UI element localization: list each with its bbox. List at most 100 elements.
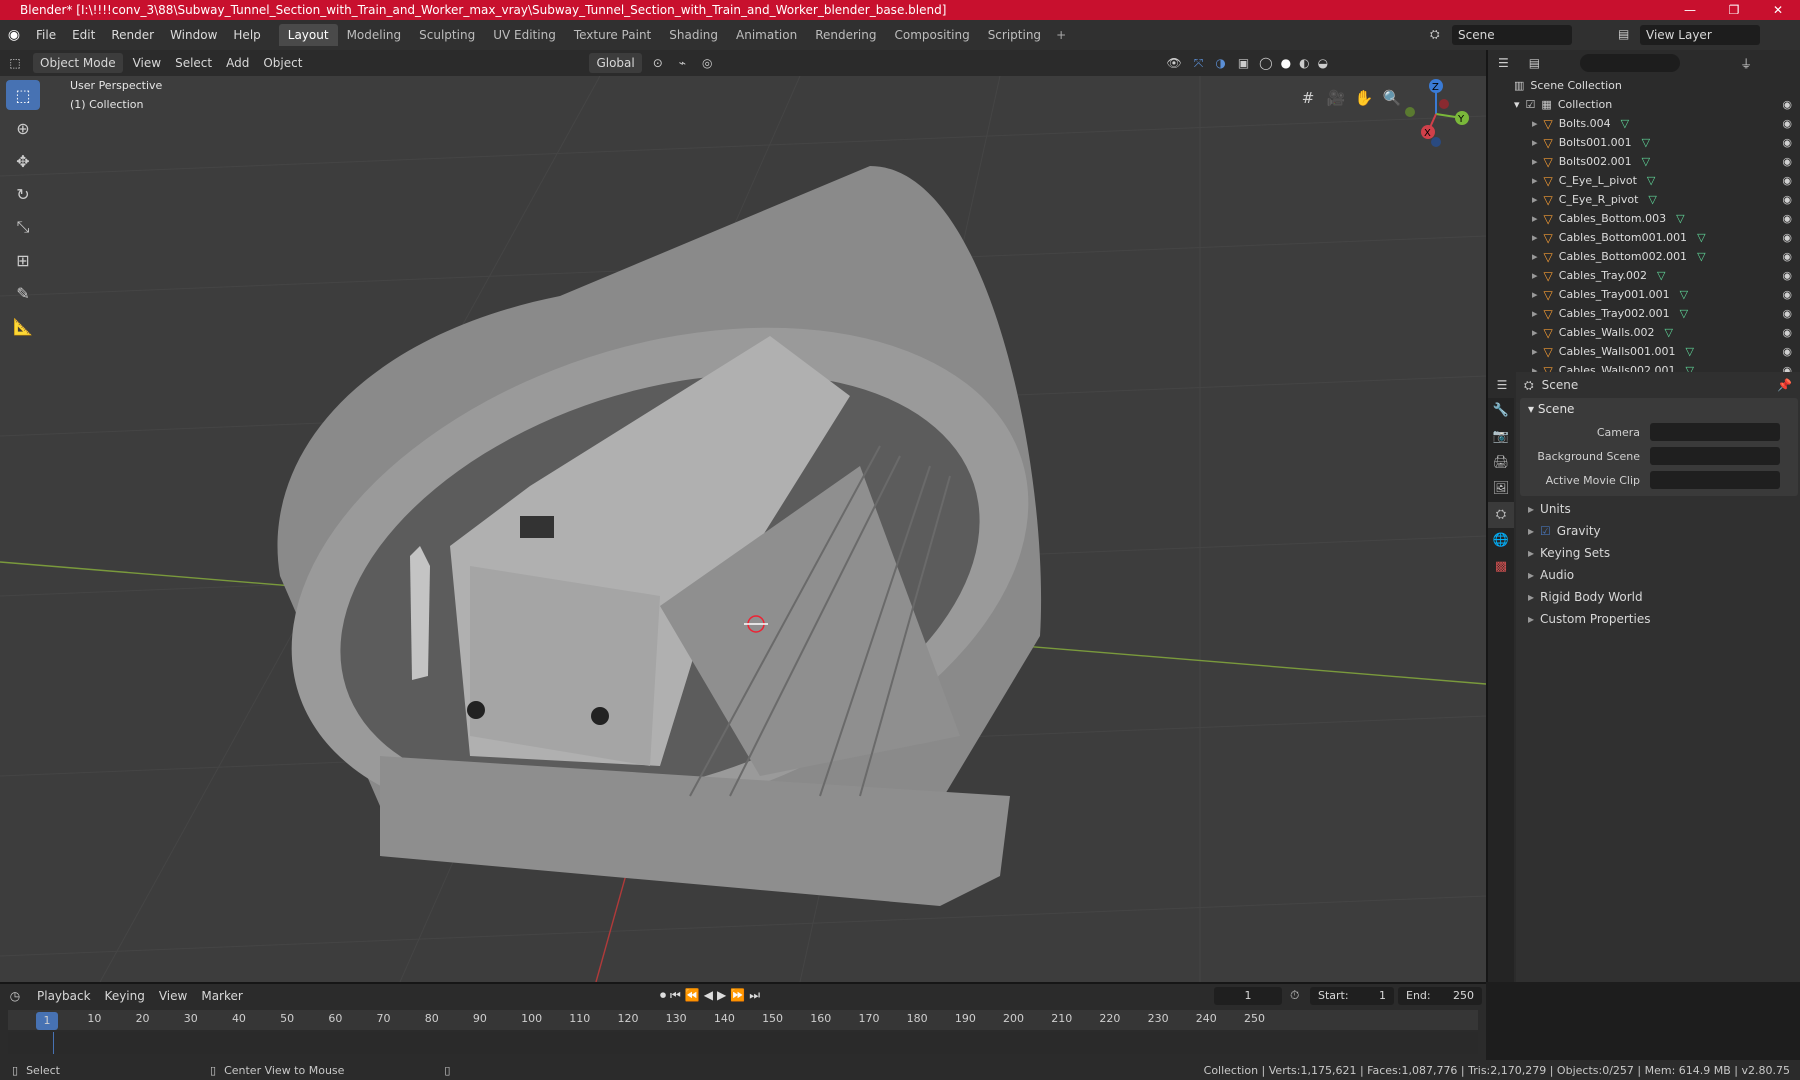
expand-arrow-icon[interactable]: ▸ [1532, 174, 1538, 187]
blender-logo-icon[interactable]: ◉ [0, 27, 28, 43]
eye-icon[interactable]: ◉ [1782, 307, 1792, 320]
tab-layout[interactable]: Layout [278, 24, 338, 46]
outliner-item[interactable]: ▸ ▽ Cables_Walls001.001 ▽ ◉ [1488, 342, 1800, 361]
tab-shading[interactable]: Shading [660, 24, 727, 46]
texture-tab-icon[interactable]: ▩ [1488, 554, 1514, 580]
eye-icon[interactable]: ◉ [1782, 269, 1792, 282]
expand-arrow-icon[interactable]: ▸ [1532, 250, 1538, 263]
close-icon[interactable]: ✕ [1756, 0, 1800, 20]
section-units[interactable]: ▸ Units [1520, 498, 1798, 520]
proportional-edit-icon[interactable]: ◎ [694, 56, 720, 70]
eye-icon[interactable]: ◉ [1782, 288, 1792, 301]
scene-collection-row[interactable]: ▥ Scene Collection [1488, 76, 1800, 95]
section-rigid-body-world[interactable]: ▸ Rigid Body World [1520, 586, 1798, 608]
eye-icon[interactable]: ◉ [1782, 136, 1792, 149]
mesh-data-icon[interactable]: ▽ [1648, 193, 1656, 206]
object-menu[interactable]: Object [256, 53, 309, 73]
editor-type-icon[interactable]: ⬚ [0, 56, 30, 70]
add-workspace-icon[interactable]: + [1050, 28, 1072, 42]
gizmo-icon[interactable]: ⤧ [1188, 56, 1210, 71]
mesh-data-icon[interactable]: ▽ [1647, 174, 1655, 187]
keyframe-area[interactable] [8, 1032, 1478, 1054]
current-frame-field[interactable]: 1 [1214, 987, 1282, 1005]
collection-row[interactable]: ▾ ☑ ▦ Collection ◉ [1488, 95, 1800, 114]
expand-arrow-icon[interactable]: ▸ [1532, 326, 1538, 339]
expand-arrow-icon[interactable]: ▸ [1532, 117, 1538, 130]
render-tab-icon[interactable]: 📷 [1488, 424, 1514, 450]
visibility-icon[interactable]: 👁 [1161, 56, 1188, 70]
gravity-checkbox[interactable]: ☑ [1540, 524, 1551, 538]
snap-icon[interactable]: ⌁ [671, 56, 694, 70]
pan-hand-icon[interactable]: ✋ [1350, 84, 1378, 112]
world-tab-icon[interactable]: 🌐 [1488, 528, 1514, 554]
tab-texture-paint[interactable]: Texture Paint [565, 24, 660, 46]
collapse-arrow-icon[interactable]: ▾ [1514, 98, 1520, 111]
pivot-icon[interactable]: ⊙ [645, 56, 671, 70]
expand-arrow-icon[interactable]: ▸ [1532, 269, 1538, 282]
expand-arrow-icon[interactable]: ▸ [1532, 231, 1538, 244]
eye-icon[interactable]: ◉ [1782, 212, 1792, 225]
keying-menu[interactable]: Keying [98, 986, 152, 1006]
mesh-data-icon[interactable]: ▽ [1680, 307, 1688, 320]
transform-tool-icon[interactable]: ⊞ [6, 245, 40, 275]
menu-window[interactable]: Window [162, 28, 225, 42]
mesh-data-icon[interactable]: ▽ [1621, 117, 1629, 130]
record-icon[interactable]: ⏺ [660, 988, 666, 1003]
outliner-search-input[interactable] [1580, 54, 1681, 72]
next-keyframe-icon[interactable]: ⏩ [730, 988, 745, 1003]
grid-view-icon[interactable]: # [1294, 84, 1322, 112]
select-menu[interactable]: Select [168, 53, 219, 73]
field-value[interactable] [1650, 447, 1780, 465]
timeline-editor-type-icon[interactable]: ◷ [0, 989, 30, 1003]
menu-edit[interactable]: Edit [64, 28, 103, 42]
outliner-editor-type-icon[interactable]: ☰ [1498, 56, 1509, 70]
overlay-icon[interactable]: ◑ [1209, 56, 1231, 70]
jump-end-icon[interactable]: ⏭ [749, 988, 760, 1003]
section-gravity[interactable]: ▸ ☑ Gravity [1520, 520, 1798, 542]
select-box-tool-icon[interactable]: ⬚ [6, 80, 40, 110]
annotate-tool-icon[interactable]: ✎ [6, 278, 40, 308]
eye-icon[interactable]: ◉ [1782, 231, 1792, 244]
eye-icon[interactable]: ◉ [1782, 174, 1792, 187]
outliner-item[interactable]: ▸ ▽ Bolts.004 ▽ ◉ [1488, 114, 1800, 133]
tab-scripting[interactable]: Scripting [979, 24, 1050, 46]
filter-icon[interactable]: ⏚ [1740, 55, 1752, 72]
scene-tab-icon[interactable]: ⛭ [1488, 502, 1514, 528]
marker-menu[interactable]: Marker [194, 986, 249, 1006]
outliner-item[interactable]: ▸ ▽ Cables_Tray.002 ▽ ◉ [1488, 266, 1800, 285]
outliner-item[interactable]: ▸ ▽ Cables_Tray001.001 ▽ ◉ [1488, 285, 1800, 304]
camera-view-icon[interactable]: 🎥 [1322, 84, 1350, 112]
menu-help[interactable]: Help [225, 28, 268, 42]
eye-icon[interactable]: ◉ [1782, 117, 1792, 130]
playback-menu[interactable]: Playback [30, 986, 98, 1006]
tab-sculpting[interactable]: Sculpting [410, 24, 484, 46]
field-value[interactable] [1650, 423, 1780, 441]
tab-compositing[interactable]: Compositing [885, 24, 978, 46]
tab-modeling[interactable]: Modeling [338, 24, 411, 46]
pin-icon[interactable]: 📌 [1777, 378, 1792, 392]
start-frame-field[interactable]: Start: 1 [1310, 987, 1394, 1005]
expand-arrow-icon[interactable]: ▸ [1532, 288, 1538, 301]
play-reverse-icon[interactable]: ◀ [704, 988, 713, 1003]
mesh-data-icon[interactable]: ▽ [1642, 136, 1650, 149]
play-icon[interactable]: ▶ [717, 988, 726, 1003]
eye-icon[interactable]: ◉ [1782, 98, 1792, 111]
outliner-item[interactable]: ▸ ▽ Cables_Bottom001.001 ▽ ◉ [1488, 228, 1800, 247]
tool-tab-icon[interactable]: 🔧 [1488, 398, 1514, 424]
output-tab-icon[interactable]: 🖨 [1488, 450, 1514, 476]
object-mode-dropdown[interactable]: Object Mode [33, 53, 123, 73]
transform-orientation-dropdown[interactable]: Global [589, 53, 642, 73]
outliner-item[interactable]: ▸ ▽ Bolts001.001 ▽ ◉ [1488, 133, 1800, 152]
mesh-data-icon[interactable]: ▽ [1642, 155, 1650, 168]
expand-arrow-icon[interactable]: ▸ [1532, 345, 1538, 358]
outliner-item[interactable]: ▸ ▽ C_Eye_L_pivot ▽ ◉ [1488, 171, 1800, 190]
eye-icon[interactable]: ◉ [1782, 155, 1792, 168]
rendered-shading-icon[interactable]: ◒ [1314, 56, 1332, 70]
add-menu[interactable]: Add [219, 53, 256, 73]
tab-animation[interactable]: Animation [727, 24, 806, 46]
section-keying-sets[interactable]: ▸ Keying Sets [1520, 542, 1798, 564]
view-layer-tab-icon[interactable]: 🖼 [1488, 476, 1514, 502]
outliner-item[interactable]: ▸ ▽ Cables_Bottom002.001 ▽ ◉ [1488, 247, 1800, 266]
expand-arrow-icon[interactable]: ▸ [1532, 193, 1538, 206]
prev-keyframe-icon[interactable]: ⏪ [685, 988, 700, 1003]
